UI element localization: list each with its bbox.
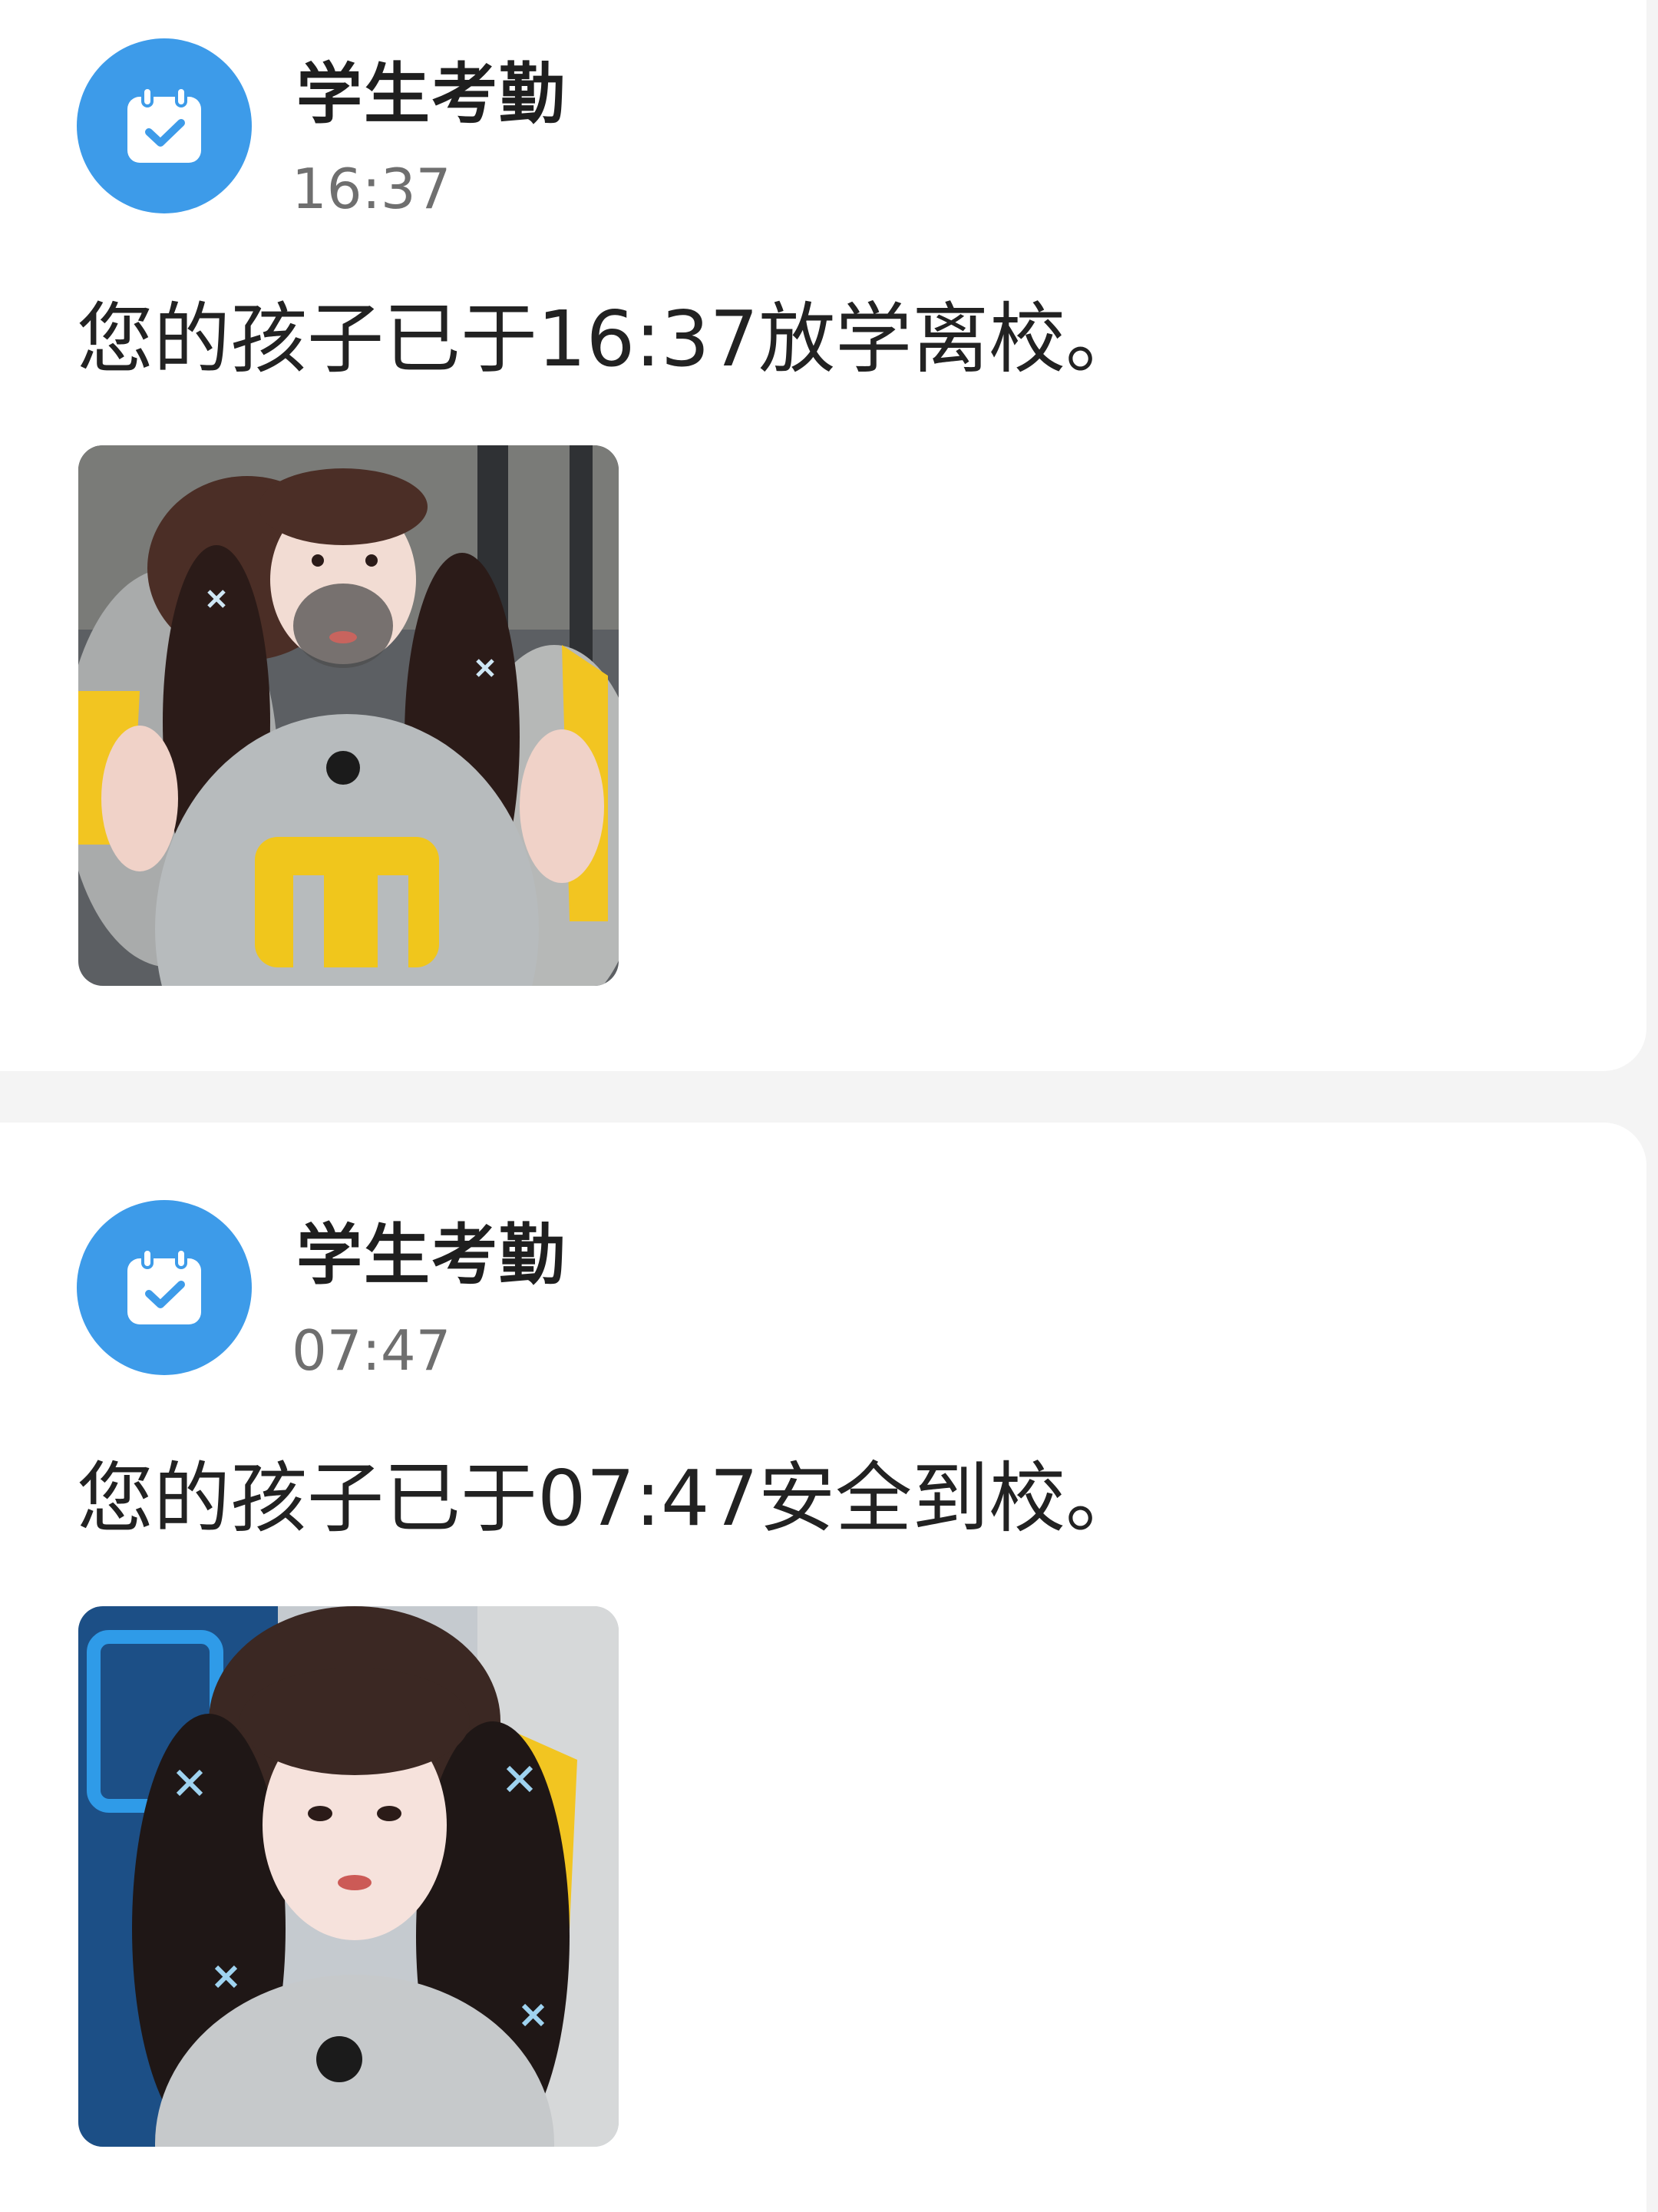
notification-message: 您的孩子已于07:47安全到校。 — [77, 1453, 1143, 1543]
app-icon — [77, 1200, 252, 1375]
photo-image — [78, 445, 619, 986]
app-icon — [77, 38, 252, 213]
calendar-check-icon — [127, 1248, 201, 1324]
attendance-photo[interactable] — [78, 1606, 619, 2147]
notification-card[interactable]: 学生考勤 16:37 您的孩子已于16:37放学离校。 — [0, 0, 1646, 1071]
notification-time: 16:37 — [292, 157, 451, 221]
notification-card[interactable]: 学生考勤 07:47 您的孩子已于07:47安全到校。 — [0, 1123, 1646, 2212]
photo-image — [78, 1606, 619, 2147]
notification-message: 您的孩子已于16:37放学离校。 — [77, 294, 1143, 384]
app-name: 学生考勤 — [296, 56, 566, 133]
notification-time: 07:47 — [292, 1318, 451, 1383]
app-name: 学生考勤 — [296, 1217, 566, 1294]
calendar-check-icon — [127, 86, 201, 163]
attendance-photo[interactable] — [78, 445, 619, 986]
